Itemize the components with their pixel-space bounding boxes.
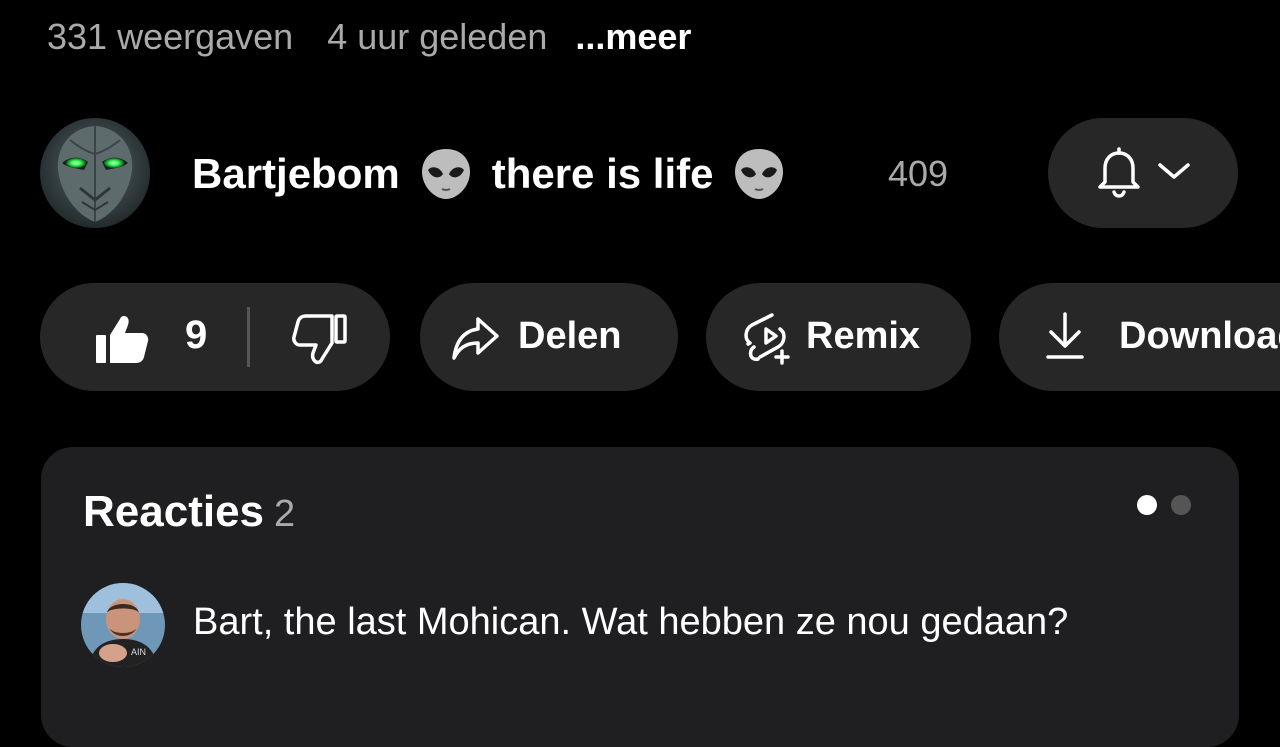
- thumbs-up-icon: [94, 315, 150, 374]
- pagination-dot-active: [1137, 495, 1157, 515]
- share-label: Delen: [518, 315, 622, 357]
- more-link[interactable]: ...meer: [575, 16, 691, 58]
- like-dislike-pill: 9: [40, 283, 390, 391]
- alien-head-avatar-icon: [40, 118, 150, 228]
- channel-name-part1: Bartjebom: [192, 150, 400, 197]
- pagination-dots: [1137, 495, 1191, 515]
- share-arrow-icon: [452, 315, 500, 371]
- remix-button[interactable]: Remix: [706, 283, 971, 391]
- channel-row: Bartjebom there is life 409: [40, 118, 1240, 228]
- svg-text:AIN: AIN: [131, 647, 146, 657]
- like-button[interactable]: [94, 313, 150, 375]
- bell-icon: [1095, 144, 1143, 203]
- remix-label: Remix: [806, 315, 921, 357]
- like-divider: [247, 307, 250, 367]
- download-button[interactable]: Download: [999, 283, 1280, 391]
- like-count: 9: [185, 313, 208, 357]
- user-avatar-icon: AIN: [81, 583, 165, 667]
- subscriber-count: 409: [888, 153, 949, 194]
- download-label: Download: [1119, 315, 1280, 357]
- upload-age: 4 uur geleden: [327, 16, 548, 57]
- comments-card[interactable]: Reacties 2 AIN Bart, the last Mohican. Wa…: [41, 447, 1239, 747]
- share-button[interactable]: Delen: [420, 283, 678, 391]
- commenter-avatar[interactable]: AIN: [81, 583, 165, 667]
- channel-avatar[interactable]: [40, 118, 150, 228]
- comments-title: Reacties: [83, 487, 265, 536]
- comments-count: 2: [274, 493, 296, 535]
- view-count: 331 weergaven: [47, 16, 294, 57]
- download-icon: [1045, 311, 1085, 371]
- video-metadata: 331 weergaven 4 uur geleden ...meer: [47, 14, 691, 60]
- notification-button[interactable]: [1048, 118, 1238, 228]
- alien-emoji-icon: [731, 146, 787, 202]
- dislike-button[interactable]: [292, 313, 348, 375]
- remix-icon: [742, 311, 792, 375]
- channel-name-part2: there is life: [491, 150, 714, 197]
- action-bar: 9 Delen Remix Downloa: [40, 283, 1280, 391]
- thumbs-down-icon: [292, 314, 348, 374]
- channel-name[interactable]: Bartjebom there is life: [192, 146, 787, 202]
- alien-emoji-icon: [418, 146, 474, 202]
- pagination-dot: [1171, 495, 1191, 515]
- comments-header: Reacties 2: [83, 487, 295, 537]
- comment-text: Bart, the last Mohican. Wat hebben ze no…: [193, 601, 1069, 643]
- chevron-down-icon: [1157, 161, 1191, 186]
